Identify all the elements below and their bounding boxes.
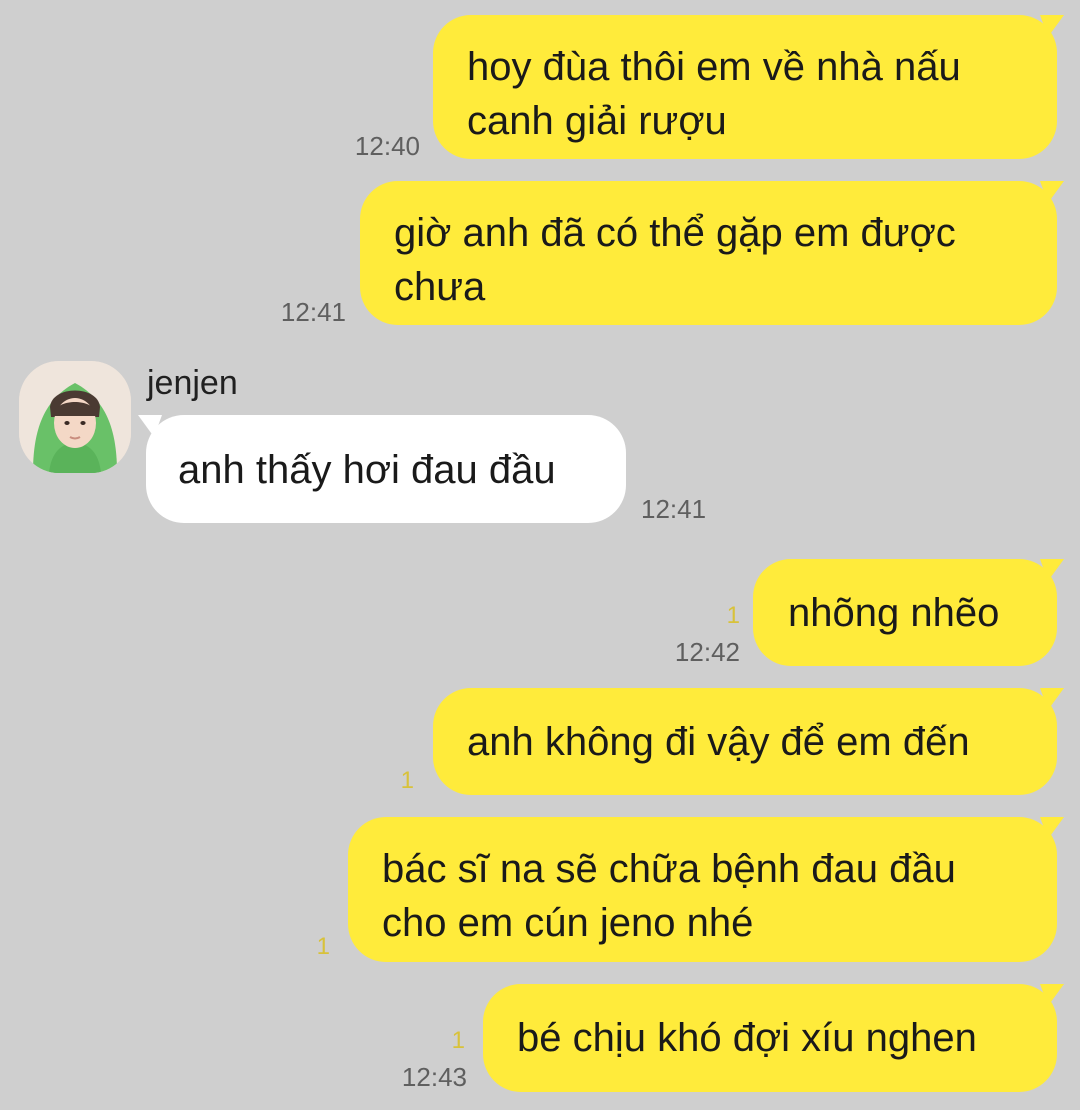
message-bubble-outgoing[interactable]: giờ anh đã có thể gặp em được chưa	[360, 181, 1057, 325]
message-bubble-outgoing[interactable]: hoy đùa thôi em về nhà nấu canh giải rượ…	[433, 15, 1057, 159]
message-line: cho em cún jeno nhé	[382, 901, 754, 945]
message-line: nhõng nhẽo	[788, 591, 1000, 635]
message-line: canh giải rượu	[467, 99, 727, 143]
bubble-tail	[1040, 559, 1064, 581]
message-bubble-outgoing[interactable]: bác sĩ na sẽ chữa bệnh đau đầu cho em cú…	[348, 817, 1057, 962]
message-timestamp: 12:41	[280, 297, 346, 327]
unread-count: 1	[451, 1027, 465, 1054]
message-line: anh thấy hơi đau đầu	[178, 448, 556, 492]
sender-name: jenjen	[147, 364, 238, 402]
message-bubble-outgoing[interactable]: nhõng nhẽo	[753, 559, 1057, 666]
message-line: chưa	[394, 265, 486, 309]
message-line: giờ anh đã có thể gặp em được	[394, 211, 956, 255]
message-bubble-outgoing[interactable]: anh không đi vậy để em đến	[433, 688, 1057, 795]
unread-count: 1	[400, 767, 414, 794]
message-line: hoy đùa thôi em về nhà nấu	[467, 45, 961, 89]
bubble-tail	[1040, 817, 1064, 839]
message-bubble-incoming[interactable]: anh thấy hơi đau đầu	[146, 415, 626, 523]
bubble-tail	[1040, 688, 1064, 710]
bubble-tail	[1040, 984, 1064, 1006]
message-timestamp: 12:42	[674, 637, 740, 667]
avatar[interactable]	[19, 361, 131, 473]
message-timestamp: 12:41	[641, 494, 707, 524]
message-timestamp: 12:40	[354, 131, 420, 161]
bubble-tail	[1040, 181, 1064, 203]
bubble-tail	[1040, 15, 1064, 37]
message-timestamp: 12:43	[401, 1062, 467, 1092]
message-line: bác sĩ na sẽ chữa bệnh đau đầu	[382, 847, 956, 891]
message-bubble-outgoing[interactable]: bé chịu khó đợi xíu nghen	[483, 984, 1057, 1092]
message-line: anh không đi vậy để em đến	[467, 720, 970, 764]
message-line: bé chịu khó đợi xíu nghen	[517, 1016, 977, 1060]
profile-photo-icon	[19, 361, 131, 473]
unread-count: 1	[726, 602, 740, 629]
unread-count: 1	[316, 933, 330, 960]
